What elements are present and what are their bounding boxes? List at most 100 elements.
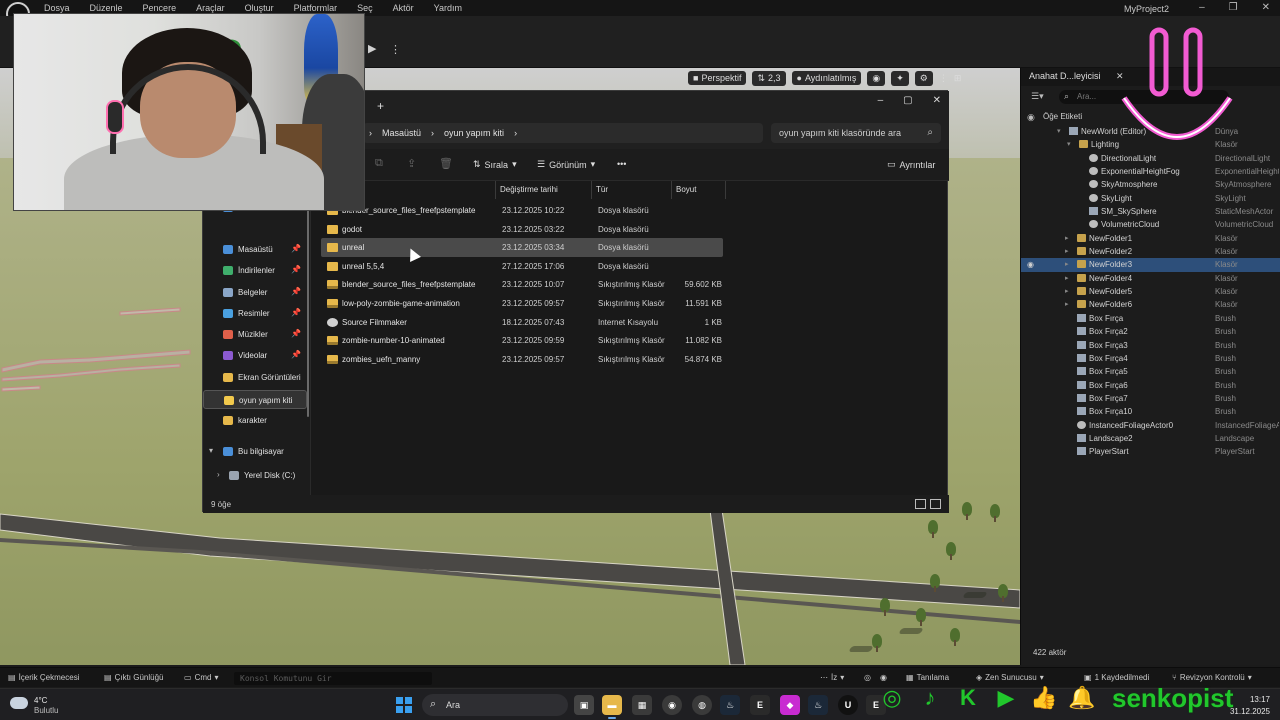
eye-icon[interactable]: ◉ [1027, 112, 1035, 123]
outliner-row[interactable]: Box Fırça10 Brush [1021, 405, 1280, 418]
steam-icon[interactable]: ♨ [720, 695, 740, 715]
nav-item[interactable]: › Yerel Disk (C:) [203, 466, 307, 485]
close-icon[interactable]: ✕ [933, 95, 941, 106]
nav-item[interactable]: karakter [203, 411, 307, 430]
nav-item[interactable]: Belgeler 📌 [203, 283, 307, 302]
sort-button[interactable]: ⇅ Sırala ▾ [473, 159, 517, 170]
file-explorer-icon[interactable]: ▬ [602, 695, 622, 719]
play-options-icon[interactable]: ⋮ [390, 43, 401, 56]
chevron-right-icon[interactable]: ▸ [1065, 274, 1069, 282]
play-icon[interactable]: ▶ [368, 42, 384, 56]
pin-icon[interactable]: 📌 [291, 244, 301, 253]
outliner-row[interactable]: VolumetricCloud VolumetricCloud [1021, 218, 1280, 231]
app-icon[interactable]: ◆ [780, 695, 800, 715]
maximize-icon[interactable]: ▢ [903, 95, 912, 106]
diagnostics-button[interactable]: ▦ Tanılama [906, 673, 949, 682]
menu-item[interactable]: Dosya [44, 3, 70, 13]
unsaved-button[interactable]: ▣ 1 Kaydedilmedi [1084, 673, 1149, 682]
viewport-options-icon[interactable]: ⋮ [939, 73, 948, 84]
transform-button[interactable]: ✦ [891, 70, 909, 86]
chrome-icon[interactable]: ◉ [662, 695, 682, 715]
chevron-down-icon[interactable]: ▾ [1057, 127, 1061, 135]
output-log-button[interactable]: ▤ Çıktı Günlüğü [104, 673, 163, 682]
outliner-row[interactable]: Box Fırça7 Brush [1021, 392, 1280, 405]
perspective-button[interactable]: ■ Perspektif [688, 71, 747, 85]
chevron-down-icon[interactable]: ▾ [209, 446, 213, 455]
menu-item[interactable]: Platformlar [294, 3, 338, 13]
file-row[interactable]: unreal 23.12.2025 03:34 Dosya klasörü [321, 238, 723, 257]
menu-item[interactable]: Yardım [434, 3, 462, 13]
column-separator[interactable] [725, 181, 726, 199]
outliner-row[interactable]: ▸ NewFolder4 Klasör [1021, 272, 1280, 285]
outliner-row[interactable]: Box Fırça5 Brush [1021, 365, 1280, 378]
outliner-row[interactable]: ◉ ▸ NewFolder3 Klasör [1021, 258, 1280, 272]
copy-icon[interactable]: ⧉ [375, 157, 383, 170]
file-row[interactable]: unreal 5,5,4 27.12.2025 17:06 Dosya klasör… [321, 257, 723, 276]
minimize-icon[interactable]: – [1199, 2, 1205, 13]
pin-icon[interactable]: 📌 [291, 287, 301, 296]
revision-control-button[interactable]: ⑂ Revizyon Kontrolü ▾ [1172, 673, 1252, 682]
breadcrumb[interactable]: › Masaüstü › oyun yapım kiti › [363, 123, 763, 143]
column-separator[interactable] [495, 181, 496, 199]
outliner-row[interactable]: ▸ NewFolder6 Klasör [1021, 298, 1280, 311]
outliner-row[interactable]: ExponentialHeightFog ExponentialHeightFog [1021, 165, 1280, 178]
delete-icon[interactable]: 🗑 [439, 157, 453, 170]
taskbar-search[interactable]: ⌕ Ara [422, 694, 568, 716]
nav-item[interactable]: Masaüstü 📌 [203, 240, 307, 259]
outliner-row[interactable]: Box Fırça3 Brush [1021, 339, 1280, 352]
file-row[interactable]: blender_source_files_freefpstemplate 23.1… [321, 201, 723, 220]
menu-item[interactable]: Aktör [393, 3, 414, 13]
chevron-right-icon[interactable]: › [217, 470, 220, 479]
menu-item[interactable]: Araçlar [196, 3, 225, 13]
nav-item[interactable]: Videolar 📌 [203, 346, 307, 365]
console-input[interactable]: Konsol Komutunu Gir [234, 672, 432, 685]
tiles-view-icon[interactable] [930, 499, 941, 509]
view-button[interactable]: ☰ Görünüm ▾ [537, 159, 595, 170]
breadcrumb-folder[interactable]: oyun yapım kiti [444, 128, 504, 138]
nav-item[interactable]: Resimler 📌 [203, 304, 307, 323]
share-icon[interactable]: ⇪ [407, 157, 416, 170]
outliner-row[interactable]: Landscape2 Landscape [1021, 432, 1280, 445]
pin-icon[interactable]: 📌 [291, 265, 301, 274]
chevron-right-icon[interactable]: ▸ [1065, 287, 1069, 295]
minimize-icon[interactable]: – [878, 95, 884, 106]
chevron-right-icon[interactable]: ▸ [1065, 300, 1069, 308]
unreal-engine-icon[interactable]: U [838, 695, 858, 715]
outliner-row[interactable]: ▸ NewFolder1 Klasör [1021, 232, 1280, 245]
outliner-row[interactable]: InstancedFoliageActor0 InstancedFoliageAc… [1021, 419, 1280, 432]
menu-item[interactable]: Pencere [143, 3, 177, 13]
zen-server-button[interactable]: ◈ Zen Sunucusu ▾ [976, 673, 1044, 682]
outliner-row[interactable]: ▸ NewFolder2 Klasör [1021, 245, 1280, 258]
trace-button[interactable]: ⋯ İz ▾ [820, 673, 844, 682]
task-view-icon[interactable]: ▣ [574, 695, 594, 715]
outliner-row[interactable]: ▸ NewFolder5 Klasör [1021, 285, 1280, 298]
restore-icon[interactable]: ❐ [1229, 2, 1238, 13]
outliner-row[interactable]: SM_SkySphere StaticMeshActor [1021, 205, 1280, 218]
nav-item[interactable]: Müzikler 📌 [203, 325, 307, 344]
pin-icon[interactable]: 📌 [291, 350, 301, 359]
column-date[interactable]: Değiştirme tarihi [500, 185, 558, 194]
new-tab-icon[interactable]: + [377, 99, 384, 113]
chevron-right-icon[interactable]: ▸ [1065, 234, 1069, 242]
chevron-right-icon[interactable]: ▸ [1065, 247, 1069, 255]
column-separator[interactable] [671, 181, 672, 199]
store-icon[interactable]: ▦ [632, 695, 652, 715]
lit-mode-button[interactable]: ● Aydınlatılmış [791, 71, 862, 85]
file-row[interactable]: zombie-number-10-animated 23.12.2025 09:5… [321, 331, 723, 350]
column-separator[interactable] [591, 181, 592, 199]
file-row[interactable]: low-poly-zombie-game-animation 23.12.2025… [321, 294, 723, 313]
file-row[interactable]: godot 23.12.2025 03:22 Dosya klasörü [321, 220, 723, 239]
column-size[interactable]: Boyut [676, 185, 696, 194]
details-view-icon[interactable] [915, 499, 926, 509]
menu-item[interactable]: Oluştur [245, 3, 274, 13]
cmd-button[interactable]: ▭ Cmd ▾ [184, 673, 218, 682]
explorer-search-input[interactable]: oyun yapım kiti klasöründe ara ⌕ [771, 123, 941, 143]
steam-icon[interactable]: ♨ [808, 695, 828, 715]
nav-item[interactable]: İndirilenler 📌 [203, 261, 307, 280]
outliner-row[interactable]: SkyAtmosphere SkyAtmosphere [1021, 178, 1280, 191]
more-button[interactable]: ••• [617, 159, 626, 169]
chevron-right-icon[interactable]: ▸ [1065, 260, 1069, 268]
column-type[interactable]: Tür [596, 185, 608, 194]
outliner-row[interactable]: Box Fırça4 Brush [1021, 352, 1280, 365]
file-row[interactable]: blender_source_files_freefpstemplate 23.1… [321, 275, 723, 294]
